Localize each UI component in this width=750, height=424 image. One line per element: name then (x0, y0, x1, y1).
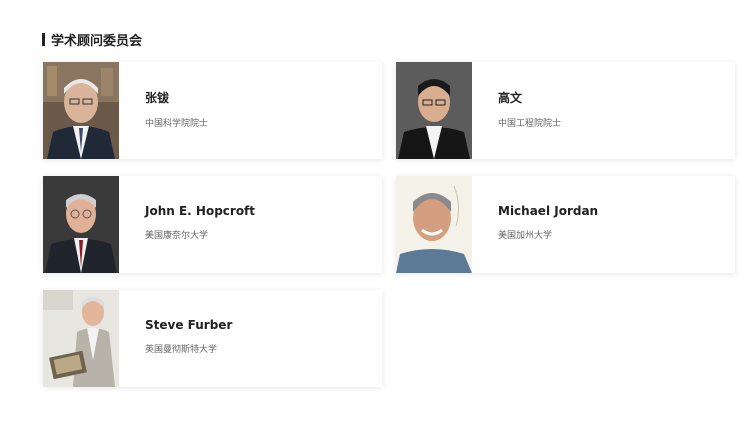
member-affiliation: 中国工程院院士 (498, 118, 562, 129)
member-card-michael-jordan[interactable]: Michael Jordan 美国加州大学 (396, 176, 735, 273)
member-card-steve-furber[interactable]: Steve Furber 英国曼彻斯特大学 (43, 290, 382, 387)
member-name: Michael Jordan (498, 204, 599, 218)
member-card-zhang-bo[interactable]: 张钹 中国科学院院士 (43, 62, 382, 159)
member-name: Steve Furber (145, 318, 233, 332)
section-title: 学术顾问委员会 (51, 33, 143, 49)
member-photo (43, 62, 119, 159)
member-name: John E. Hopcroft (145, 204, 256, 218)
member-photo (396, 62, 472, 159)
member-photo (43, 290, 119, 387)
member-card-gao-wen[interactable]: 高文 中国工程院院士 (396, 62, 735, 159)
section-heading: 学术顾问委员会 (42, 30, 143, 49)
member-affiliation: 英国曼彻斯特大学 (145, 345, 218, 355)
member-name: 高文 (498, 90, 523, 105)
member-photo (43, 176, 119, 273)
member-affiliation: 中国科学院院士 (145, 118, 209, 129)
advisory-committee-section: 学术顾问委员会 张钹 中国科学院院士 高文 中国工程院院士 John E. Ho… (0, 0, 750, 424)
heading-accent-bar (42, 32, 45, 46)
member-card-john-hopcroft[interactable]: John E. Hopcroft 美国康奈尔大学 (43, 176, 382, 273)
member-affiliation: 美国康奈尔大学 (145, 231, 209, 241)
member-photo (396, 176, 472, 273)
member-name: 张钹 (145, 90, 170, 105)
member-affiliation: 美国加州大学 (498, 231, 553, 241)
